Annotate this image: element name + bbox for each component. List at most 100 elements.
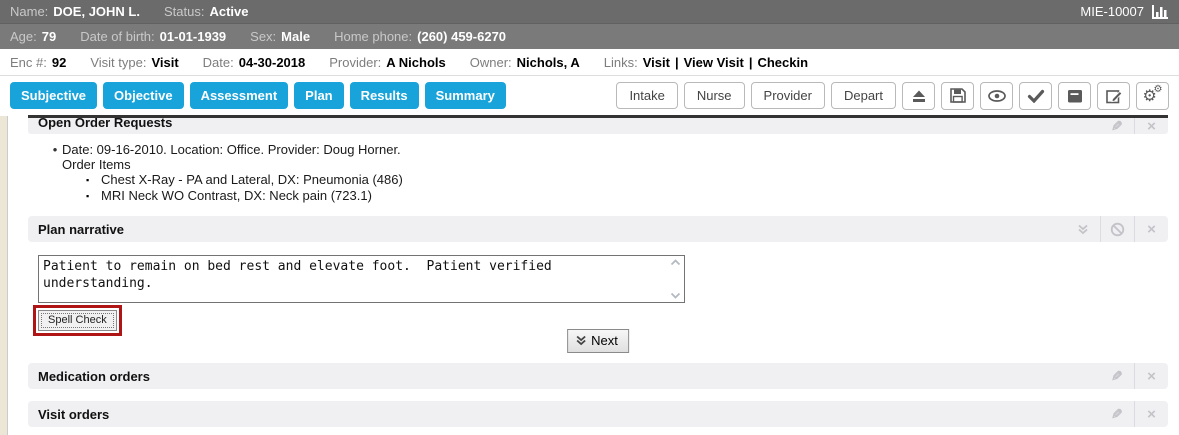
order-item: ▪ MRI Neck WO Contrast, DX: Neck pain (7… [86,188,1168,204]
tab-plan[interactable]: Plan [294,82,343,109]
square-bullet: ▪ [86,188,101,204]
next-button-label: Next [591,333,618,348]
remove-section-button[interactable]: × [1134,401,1168,427]
bullet: • [48,142,62,157]
tab-summary[interactable]: Summary [425,82,506,109]
collapse-section-button[interactable] [1066,216,1100,242]
tab-assessment[interactable]: Assessment [190,82,289,109]
settings-button[interactable]: ⚙ ⚙ [1136,82,1169,110]
archive-box-icon [1066,88,1084,104]
patient-banner-demographics: Age:79 Date of birth:01-01-1939 Sex:Male… [0,23,1179,49]
pencil-icon: ✎ [1111,369,1123,383]
order-item-text: MRI Neck WO Contrast, DX: Neck pain (723… [101,188,372,204]
checkmark-icon [1027,89,1045,103]
visit-date-value: 04-30-2018 [239,55,306,70]
disable-section-button[interactable] [1100,216,1134,242]
pencil-icon: ✎ [1111,407,1123,421]
intake-button[interactable]: Intake [616,82,677,109]
encounter-info-bar: Enc #:92 Visit type:Visit Date:04-30-201… [0,49,1179,76]
save-icon [949,87,967,104]
owner-label: Owner: [470,55,512,70]
sex-value: Male [281,29,310,44]
visit-type-value: Visit [151,55,178,70]
edit-button[interactable] [1097,82,1130,110]
sex-label: Sex: [250,29,276,44]
status-value: Active [209,4,248,19]
link-separator: | [675,55,679,70]
patient-name: DOE, JOHN L. [53,4,140,19]
gears-icon: ⚙ ⚙ [1143,86,1163,106]
left-gutter [0,116,8,435]
depart-button[interactable]: Depart [831,82,896,109]
link-view-visit[interactable]: View Visit [684,55,744,70]
dob-label: Date of birth: [80,29,154,44]
age-label: Age: [10,29,37,44]
eject-icon [910,88,928,104]
tab-results[interactable]: Results [350,82,419,109]
scroll-down-icon[interactable] [670,292,681,299]
plan-narrative-actions: Spell Check Next [28,303,1168,361]
link-checkin[interactable]: Checkin [757,55,808,70]
link-visit[interactable]: Visit [643,55,670,70]
edit-section-button[interactable]: ✎ [1100,401,1134,427]
section-header-plan-narrative: Plan narrative × [28,216,1168,242]
scroll-up-icon[interactable] [670,259,681,266]
owner-value: Nichols, A [517,55,580,70]
archive-button[interactable] [1058,82,1091,110]
close-icon: × [1147,222,1156,237]
close-icon: × [1147,369,1156,384]
pencil-icon: ✎ [1111,119,1123,133]
approve-button[interactable] [1019,82,1052,110]
links-group: Links: Visit | View Visit | Checkin [604,55,808,70]
tab-objective[interactable]: Objective [103,82,184,109]
textarea-scrollbar[interactable] [667,256,684,302]
annotation-highlight: Spell Check [33,305,122,336]
close-icon: × [1147,119,1156,134]
remove-section-button[interactable]: × [1134,118,1168,134]
visit-date-label: Date: [203,55,234,70]
close-icon: × [1147,407,1156,422]
edit-note-icon [1105,87,1123,104]
preview-button[interactable] [980,82,1013,110]
chevron-double-down-icon [1077,224,1089,235]
next-button[interactable]: Next [567,329,629,353]
provider-label: Provider: [329,55,381,70]
circle-slash-icon [1110,222,1125,237]
spell-check-button[interactable]: Spell Check [38,310,117,331]
section-title: Plan narrative [38,222,124,237]
record-id: MIE-10007 [1080,4,1144,19]
square-bullet: ▪ [86,172,101,188]
plan-narrative-field: Patient to remain on bed rest and elevat… [38,255,685,303]
edit-section-button[interactable]: ✎ [1100,363,1134,389]
enc-value: 92 [52,55,66,70]
eye-icon [987,89,1007,103]
edit-section-button[interactable]: ✎ [1100,118,1134,134]
provider-value: A Nichols [386,55,445,70]
section-header-visit-orders: Visit orders ✎ × [28,401,1168,427]
encounter-toolbar: Subjective Objective Assessment Plan Res… [0,76,1179,115]
chart-stats-icon[interactable] [1152,5,1169,19]
nurse-button[interactable]: Nurse [684,82,745,109]
link-separator: | [749,55,753,70]
plan-narrative-textarea[interactable]: Patient to remain on bed rest and elevat… [39,256,684,302]
tab-subjective[interactable]: Subjective [10,82,97,109]
phone-value: (260) 459-6270 [417,29,506,44]
section-header-open-order-requests: Open Order Requests ✎ × [28,115,1168,134]
section-title: Visit orders [38,407,109,422]
section-header-medication-orders: Medication orders ✎ × [28,363,1168,389]
section-title: Open Order Requests [38,115,172,130]
order-item: ▪ Chest X-Ray - PA and Lateral, DX: Pneu… [86,172,1168,188]
name-label: Name: [10,4,48,19]
eject-button[interactable] [902,82,935,110]
patient-status-group: Status: Active [164,4,249,19]
chevron-double-down-icon [575,335,587,346]
remove-section-button[interactable]: × [1134,363,1168,389]
dob-value: 01-01-1939 [160,29,227,44]
patient-name-group: Name: DOE, JOHN L. [10,4,140,19]
status-label: Status: [164,4,204,19]
encounter-content: Open Order Requests ✎ × • Date: 09-16-20… [0,115,1179,435]
provider-button[interactable]: Provider [751,82,825,109]
remove-section-button[interactable]: × [1134,216,1168,242]
save-button[interactable] [941,82,974,110]
phone-label: Home phone: [334,29,412,44]
